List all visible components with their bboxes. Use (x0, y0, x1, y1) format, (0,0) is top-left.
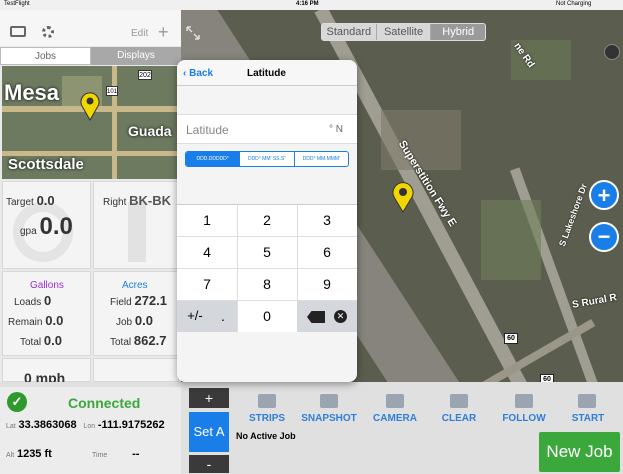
format-selector: DDD.DDDDD° DDD° MM' SS.S" DDD° MM.MMM' (185, 151, 349, 167)
key-6[interactable]: 6 (297, 244, 357, 260)
acres-total-label: Total (110, 337, 132, 348)
right-label: Right (103, 197, 127, 208)
mini-map-city-scottsdale: Scottsdale (8, 156, 84, 173)
mini-map-badge: 202 (138, 70, 152, 80)
job-acres-value: 0.0 (134, 313, 153, 328)
edit-button[interactable]: Edit (131, 28, 148, 39)
acres-title: Acres (122, 280, 148, 291)
key-4[interactable]: 4 (177, 244, 237, 260)
status-bar: TestFlight 4:16 PM Not Charging (0, 0, 623, 10)
alt-value: 1235 ft (16, 448, 52, 460)
gpa-label: gpa (20, 226, 37, 237)
strips-icon (258, 394, 276, 408)
key-1[interactable]: 1 (177, 212, 237, 228)
stepper-minus-button[interactable]: - (189, 455, 229, 473)
lat-value: 33.3863068 (18, 419, 77, 431)
stepper-plus-button[interactable]: + (189, 388, 229, 408)
snapshot-icon (320, 394, 338, 408)
status-time: 4:16 PM (296, 1, 319, 7)
map-type-hybrid[interactable]: Hybrid (431, 24, 485, 40)
status-battery: Not Charging (556, 1, 592, 7)
camera-button[interactable]: CAMERA (366, 413, 424, 424)
field-value: 272.1 (134, 293, 168, 308)
back-button[interactable]: ‹ Back (183, 68, 213, 79)
connected-check-icon: ✓ (7, 392, 27, 412)
start-button[interactable]: START (562, 413, 614, 424)
map-type-control: Standard Satellite Hybrid (321, 23, 486, 41)
mini-map-city-mesa: Mesa (4, 80, 60, 105)
clear-icon (450, 394, 468, 408)
lon-value: -111.9175262 (97, 419, 165, 431)
key-0[interactable]: 0 (237, 308, 297, 324)
loads-label: Loads (14, 297, 42, 308)
map-type-standard[interactable]: Standard (322, 24, 377, 40)
latitude-popup: ‹ Back Latitude Latitude ° N DDD.DDDDD° … (177, 60, 357, 382)
key-8[interactable]: 8 (237, 276, 297, 292)
left-tabs: Jobs Displays (0, 47, 181, 65)
loads-value: 0 (44, 293, 52, 308)
popup-title: Latitude (247, 68, 286, 79)
location-pin-icon[interactable] (392, 181, 414, 213)
gallons-total-value: 0.0 (43, 333, 62, 348)
acres-total-value: 862.7 (133, 333, 167, 348)
highway-shield-60: 60 (504, 333, 518, 344)
clear-button[interactable]: CLEAR (432, 413, 486, 424)
job-status: No Active Job (236, 431, 296, 441)
gpa-value: 0.0 (39, 213, 73, 240)
mini-map-route: 101 (106, 86, 118, 96)
latitude-unit: ° N (329, 124, 343, 135)
set-a-button[interactable]: Set A (189, 412, 229, 452)
target-value: 0.0 (36, 193, 55, 208)
gear-icon[interactable] (42, 26, 54, 38)
remain-value: 0.0 (45, 313, 64, 328)
lon-label: Lon (83, 423, 96, 430)
tab-displays[interactable]: Displays (91, 47, 181, 65)
time-value: -- (132, 448, 140, 460)
back-label: Back (189, 68, 214, 79)
map-type-satellite[interactable]: Satellite (377, 24, 432, 40)
expand-icon[interactable] (186, 26, 200, 40)
right-value: BK-BK (129, 193, 172, 208)
status-app: TestFlight (4, 1, 30, 7)
tab-jobs[interactable]: Jobs (0, 47, 91, 65)
key-3[interactable]: 3 (297, 212, 357, 228)
key-9[interactable]: 9 (297, 276, 357, 292)
time-label: Time (92, 452, 108, 459)
strips-button[interactable]: STRIPS (240, 413, 294, 424)
compass-icon[interactable] (604, 44, 620, 60)
format-decimal[interactable]: DDD.DDDDD° (186, 152, 240, 166)
key-7[interactable]: 7 (177, 276, 237, 292)
snapshot-button[interactable]: SNAPSHOT (298, 413, 360, 424)
key-2[interactable]: 2 (237, 212, 297, 228)
key-5[interactable]: 5 (237, 244, 297, 260)
zoom-out-button[interactable]: − (589, 222, 619, 252)
sidebar-toggle-icon[interactable] (10, 26, 26, 37)
start-icon (578, 394, 596, 408)
follow-button[interactable]: FOLLOW (496, 413, 552, 424)
clear-field-icon[interactable]: ✕ (334, 310, 347, 323)
follow-icon (515, 394, 533, 408)
connection-status: Connected (68, 395, 141, 411)
field-label: Field (110, 297, 132, 308)
latitude-field-label[interactable]: Latitude (186, 123, 229, 137)
remain-label: Remain (8, 317, 43, 328)
left-toolbar: Edit + (0, 10, 181, 46)
key-decimal[interactable]: . (213, 308, 233, 324)
mini-map-pin-icon (80, 92, 100, 121)
gallons-total-label: Total (20, 337, 42, 348)
add-button[interactable]: + (158, 22, 169, 43)
heading-panel (93, 358, 179, 382)
alt-label: Alt (6, 452, 15, 459)
job-acres-label: Job (116, 317, 133, 328)
format-dm[interactable]: DDD° MM.MMM' (293, 152, 348, 166)
zoom-in-button[interactable]: + (589, 180, 619, 210)
lat-label: Lat (6, 423, 16, 430)
gallons-title: Gallons (30, 280, 64, 291)
key-sign[interactable]: +/- (181, 308, 209, 323)
mini-map-city-guada: Guada (128, 123, 172, 139)
new-job-button[interactable]: New Job (539, 432, 620, 472)
format-dms[interactable]: DDD° MM' SS.S" (239, 152, 293, 166)
camera-icon (386, 394, 404, 408)
target-label: Target (6, 197, 34, 208)
